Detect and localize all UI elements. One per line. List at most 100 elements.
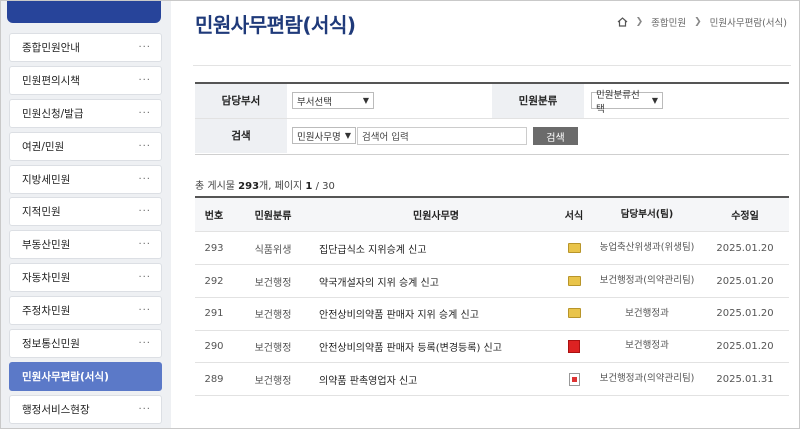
category-label: 민원분류 (492, 84, 584, 118)
category-select[interactable]: 민원분류선택 ▼ (591, 90, 663, 115)
table-row: 290 보건행정 안전상비의약품 판매자 등록(변경등록) 신고 보건행정과 2… (195, 331, 789, 363)
page-title: 민원사무편람(서식) (195, 13, 356, 37)
col-number: 번호 (204, 211, 224, 222)
sidebar-item-label: 민원신청/발급 (22, 107, 84, 120)
row-dept: 보건행정과 (625, 307, 669, 319)
table-header: 번호 민원분류 민원사무명 서식 담당부서(팀) 수정일 (195, 198, 789, 232)
sidebar-item-telecom[interactable]: 정보통신민원 ··· (9, 329, 162, 359)
row-date: 2025.01.31 (716, 373, 774, 385)
row-dept: 농업축산위생과(위생팀) (599, 242, 695, 253)
col-name: 민원사무명 (413, 211, 459, 222)
row-number: 291 (204, 308, 224, 320)
row-name-link[interactable]: 약국개설자의 지위 승계 신고 (313, 274, 555, 289)
sidebar-item-general-info[interactable]: 종합민원안내 ··· (9, 33, 162, 62)
row-number: 292 (204, 275, 224, 287)
total-count: 293 (238, 181, 260, 192)
sidebar-item-label: 주정차민원 (22, 305, 71, 318)
more-icon: ··· (138, 305, 151, 317)
chevron-right-icon: ❯ (694, 17, 702, 27)
row-dept: 보건행정과 (625, 340, 669, 352)
sidebar-item-label: 여권/민원 (22, 140, 65, 153)
pdf-icon[interactable] (568, 339, 580, 353)
row-number: 290 (204, 340, 224, 352)
search-button[interactable]: 검색 (533, 127, 578, 145)
row-date: 2025.01.20 (716, 340, 774, 352)
more-icon: ··· (138, 74, 151, 86)
sidebar-item-cadastral[interactable]: 지적민원 ··· (9, 197, 162, 227)
row-category: 보건행정 (254, 277, 292, 289)
chevron-right-icon: ❯ (635, 17, 644, 27)
sidebar-item-label: 정보통신민원 (22, 338, 80, 351)
row-date: 2025.01.20 (716, 275, 774, 287)
row-category: 보건행정 (254, 342, 292, 354)
main-content: 민원사무편람(서식) ❯ 종합민원 ❯ 민원사무편람(서식) 담당부서 부서선택… (193, 1, 791, 428)
row-dept: 보건행정과(의약관리팀) (599, 275, 695, 286)
result-summary: 총 게시물 293개, 페이지 1 / 30 (195, 177, 335, 192)
row-date: 2025.01.20 (716, 242, 774, 254)
folder-icon[interactable] (567, 242, 581, 253)
sidebar-item-admin-service[interactable]: 행정서비스현장 ··· (9, 394, 162, 424)
sidebar-item-passport[interactable]: 여권/민원 ··· (9, 131, 162, 161)
sidebar-item-real-estate[interactable]: 부동산민원 ··· (9, 230, 162, 260)
sidebar-item-label: 지적민원 (22, 206, 61, 219)
table-row: 291 보건행정 안전상비의약품 판매자 지위 승계 신고 보건행정과 2025… (195, 298, 789, 331)
more-icon: ··· (138, 272, 151, 284)
row-category: 식품위생 (254, 244, 292, 256)
row-category: 보건행정 (254, 310, 292, 322)
breadcrumb: ❯ 종합민원 ❯ 민원사무편람(서식) (617, 15, 787, 29)
breadcrumb-item[interactable]: 민원사무편람(서식) (710, 15, 787, 29)
row-form (555, 275, 593, 287)
breadcrumb-item[interactable]: 종합민원 (651, 15, 686, 29)
sidebar-item-vehicle[interactable]: 자동차민원 ··· (9, 263, 162, 293)
folder-icon[interactable] (567, 308, 581, 319)
row-name-link[interactable]: 집단급식소 지위승계 신고 (313, 241, 555, 256)
search-form: 담당부서 부서선택 ▼ 민원분류 민원분류선택 ▼ 검색 민원사무명 ▼ 검색어 입력… (195, 82, 789, 155)
more-icon: ··· (138, 206, 151, 218)
more-icon: ··· (138, 140, 151, 152)
chevron-down-icon: ▼ (344, 131, 351, 140)
row-form (555, 372, 593, 386)
row-dept: 보건행정과(의약관리팀) (599, 373, 695, 384)
search-label: 검색 (195, 119, 287, 153)
sidebar-item-handbook[interactable]: 민원사무편람(서식) (9, 361, 162, 391)
more-icon: ··· (138, 403, 151, 415)
search-field-value: 민원사무명 (297, 131, 341, 143)
search-row: 담당부서 부서선택 ▼ 민원분류 민원분류선택 ▼ (195, 84, 789, 119)
col-form: 서식 (564, 211, 584, 222)
sidebar: 종합민원안내 ··· 민원편의시책 ··· 민원신청/발급 ··· 여권/민원 ··· … (1, 1, 171, 428)
more-icon: ··· (138, 42, 151, 53)
title-divider (193, 65, 791, 66)
row-name-link[interactable]: 안전상비의약품 판매자 등록(변경등록) 신고 (313, 339, 555, 354)
sidebar-item-parking[interactable]: 주정차민원 ··· (9, 296, 162, 326)
sidebar-item-label: 행정서비스현장 (22, 403, 90, 416)
page-frame: 종합민원안내 ··· 민원편의시책 ··· 민원신청/발급 ··· 여권/민원 ··· … (0, 0, 800, 429)
row-number: 293 (204, 242, 224, 254)
total-pages: / 30 (315, 181, 335, 192)
row-name-link[interactable]: 안전상비의약품 판매자 지위 승계 신고 (313, 306, 555, 321)
sidebar-item-local-tax[interactable]: 지방세민원 ··· (9, 164, 162, 194)
sidebar-item-label: 자동차민원 (22, 272, 71, 285)
row-number: 289 (204, 373, 224, 385)
document-icon[interactable] (568, 372, 580, 386)
folder-icon[interactable] (567, 275, 581, 286)
col-category: 민원분류 (254, 211, 292, 222)
home-icon[interactable] (617, 17, 628, 27)
sidebar-header (7, 1, 161, 23)
more-icon: ··· (138, 173, 151, 185)
row-category: 보건행정 (254, 375, 292, 387)
dept-select[interactable]: 부서선택 ▼ (292, 92, 374, 109)
sidebar-item-application[interactable]: 민원신청/발급 ··· (9, 98, 162, 128)
more-icon: ··· (138, 239, 151, 251)
chevron-down-icon: ▼ (362, 96, 369, 105)
category-select-value: 민원분류선택 (596, 89, 640, 115)
search-input[interactable]: 검색어 입력 (357, 127, 527, 145)
sidebar-item-label: 민원편의시책 (22, 74, 80, 87)
sidebar-item-convenience[interactable]: 민원편의시책 ··· (9, 65, 162, 95)
search-field-select[interactable]: 민원사무명 ▼ (292, 127, 356, 144)
row-form (555, 242, 593, 254)
chevron-down-icon: ▼ (651, 96, 658, 105)
search-row: 검색 민원사무명 ▼ 검색어 입력 검색 (195, 119, 789, 153)
table-row: 292 보건행정 약국개설자의 지위 승계 신고 보건행정과(의약관리팀) 20… (195, 265, 789, 298)
current-page: 1 (305, 181, 313, 192)
row-name-link[interactable]: 의약품 판촉영업자 신고 (313, 372, 555, 387)
